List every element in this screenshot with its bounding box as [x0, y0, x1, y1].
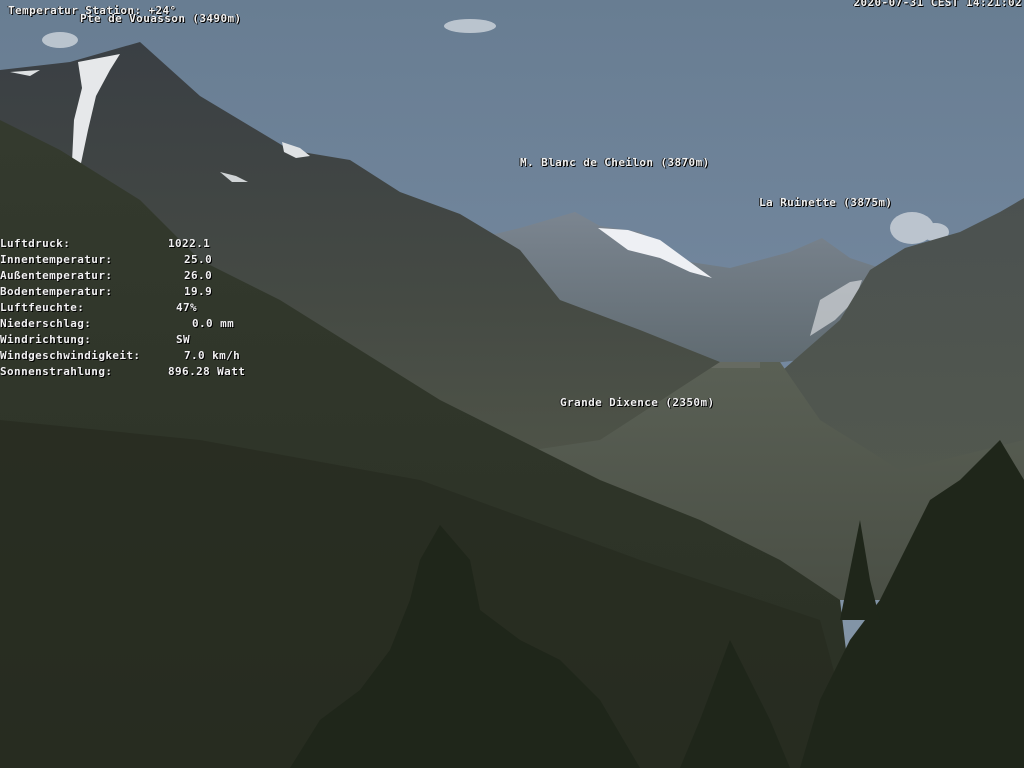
weather-label: Windrichtung:: [0, 333, 92, 346]
timestamp: 2020-07-31 CEST 14:21:02: [853, 0, 1022, 9]
weather-label: Sonnenstrahlung:: [0, 365, 113, 378]
weather-value: 7.0 km/h: [184, 349, 241, 362]
weather-row-indoor-temp: Innentemperatur: 25.0: [0, 252, 270, 268]
weather-value: 1022.1: [168, 237, 211, 250]
weather-value: 19.9: [184, 285, 213, 298]
weather-row-ground-temp: Bodentemperatur: 19.9: [0, 284, 270, 300]
mountain-landscape-photo: [0, 0, 1024, 768]
weather-row-solar-radiation: Sonnenstrahlung: 896.28 Watt: [0, 364, 270, 380]
weather-value: 0.0 mm: [192, 317, 235, 330]
weather-label: Innentemperatur:: [0, 253, 113, 266]
weather-label: Niederschlag:: [0, 317, 92, 330]
weather-row-wind-direction: Windrichtung: SW: [0, 332, 270, 348]
weather-row-humidity: Luftfeuchte: 47%: [0, 300, 270, 316]
weather-label: Außentemperatur:: [0, 269, 113, 282]
peak-label-vouasson: Pte de Vouasson (3490m): [80, 12, 242, 25]
weather-row-wind-speed: Windgeschwindigkeit: 7.0 km/h: [0, 348, 270, 364]
weather-label: Luftdruck:: [0, 237, 71, 250]
weather-value: 896.28 Watt: [168, 365, 246, 378]
peak-label-ruinette: La Ruinette (3875m): [759, 196, 893, 209]
lake-label-dixence: Grande Dixence (2350m): [560, 396, 715, 409]
weather-label: Luftfeuchte:: [0, 301, 85, 314]
weather-row-precipitation: Niederschlag: 0.0 mm: [0, 316, 270, 332]
weather-value: 25.0: [184, 253, 213, 266]
weather-value: SW: [176, 333, 191, 346]
weather-value: 26.0: [184, 269, 213, 282]
weather-readout: Luftdruck: 1022.1 Innentemperatur: 25.0 Au…: [0, 236, 270, 380]
weather-label: Bodentemperatur:: [0, 285, 113, 298]
weather-row-pressure: Luftdruck: 1022.1: [0, 236, 270, 252]
weather-row-outdoor-temp: Außentemperatur: 26.0: [0, 268, 270, 284]
peak-label-cheilon: M. Blanc de Cheilon (3870m): [520, 156, 710, 169]
weather-label: Windgeschwindigkeit:: [0, 349, 141, 362]
weather-value: 47%: [176, 301, 198, 314]
